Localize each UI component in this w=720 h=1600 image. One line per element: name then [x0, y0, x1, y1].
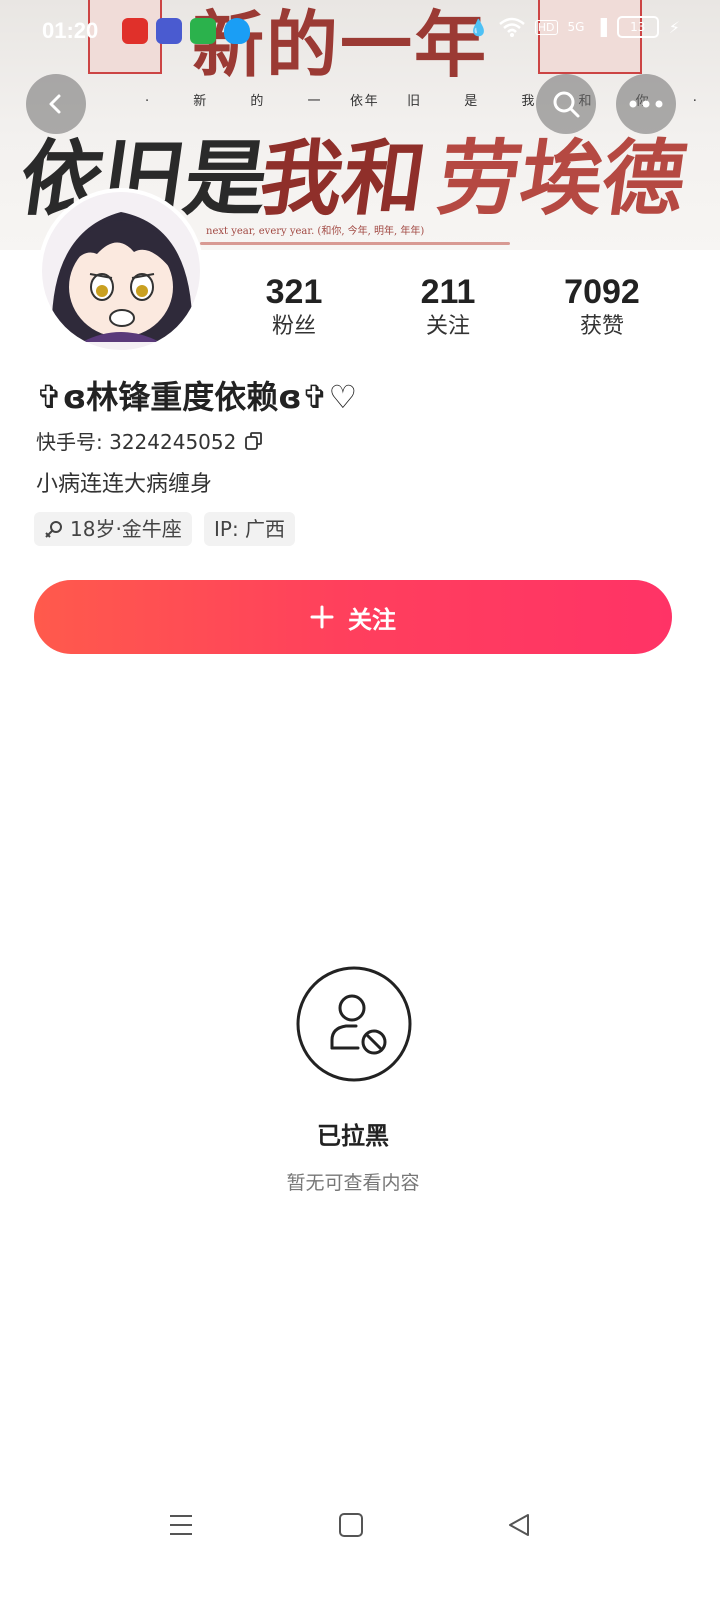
back-triangle-icon[interactable]: [506, 1512, 532, 1538]
battery-level: 13: [630, 20, 646, 34]
banner-underline: [200, 242, 510, 245]
hd-badge: HD: [534, 19, 558, 35]
followers-label: 粉丝: [271, 314, 316, 339]
follow-button[interactable]: 关注: [34, 580, 672, 654]
more-button[interactable]: [616, 74, 676, 134]
blocked-subtitle: 暂无可查看内容: [286, 1172, 420, 1194]
profile-bio: 小病连连大病缠身: [36, 472, 213, 497]
anime-avatar-image: [42, 192, 200, 350]
tag-ip-text: IP: 广西: [214, 517, 286, 541]
stat-followers[interactable]: 321 粉丝: [224, 272, 364, 342]
chevron-left-icon: [49, 94, 61, 114]
search-icon: [553, 91, 580, 118]
profile-uid: 快手号: 3224245052: [36, 426, 264, 455]
profile-nickname: ✞ɞ林锋重度依赖ɞ✞♡: [36, 378, 358, 416]
wifi-icon: [498, 17, 525, 37]
likes-label: 获赞: [579, 314, 624, 339]
app-notification-icon: [122, 18, 148, 44]
back-button[interactable]: [26, 74, 86, 134]
status-time: 01:20: [42, 18, 99, 43]
plus-icon: [310, 605, 334, 629]
avatar[interactable]: [38, 188, 204, 354]
uid-text: 快手号: 3224245052: [36, 430, 237, 454]
tag-age-zodiac: 18岁·金牛座: [34, 512, 192, 546]
followers-count: 321: [265, 273, 323, 311]
copy-icon[interactable]: [244, 431, 264, 451]
menu-icon[interactable]: [168, 1512, 194, 1538]
message-notification-icon: [190, 18, 216, 44]
banner-english-line: next year, every year. (和你, 今年, 明年, 年年): [206, 226, 425, 237]
following-label: 关注: [425, 314, 470, 339]
search-button[interactable]: [536, 74, 596, 134]
stat-likes[interactable]: 7092 获赞: [532, 272, 672, 342]
more-dots-icon: [629, 100, 663, 108]
likes-count: 7092: [564, 273, 640, 311]
follow-button-label: 关注: [348, 605, 396, 634]
system-nav-bar: [0, 1490, 720, 1560]
blocked-title: 已拉黑: [317, 1122, 389, 1150]
tag-age-text: 18岁·金牛座: [70, 517, 182, 541]
following-count: 211: [420, 273, 476, 311]
stat-following[interactable]: 211 关注: [378, 272, 518, 342]
tag-ip-location: IP: 广西: [204, 512, 296, 546]
data-saver-icon: 💧: [468, 17, 489, 37]
home-square-icon[interactable]: [338, 1512, 364, 1538]
female-icon: [45, 521, 62, 538]
status-bar: 01:20 💧 HD 5G ▐ 13 ⚡: [0, 0, 720, 64]
signal-icon: ▐: [594, 17, 607, 37]
qq-notification-icon: [224, 18, 250, 44]
battery-icon: 13: [616, 16, 659, 38]
banner-slogan-red1: 我和: [254, 131, 432, 227]
status-indicators: 💧 HD 5G ▐ 13 ⚡: [469, 16, 680, 38]
tieba-notification-icon: [156, 18, 182, 44]
user-blocked-icon: [296, 966, 412, 1082]
network-label: 5G: [567, 20, 585, 34]
charging-icon: ⚡: [668, 17, 680, 37]
